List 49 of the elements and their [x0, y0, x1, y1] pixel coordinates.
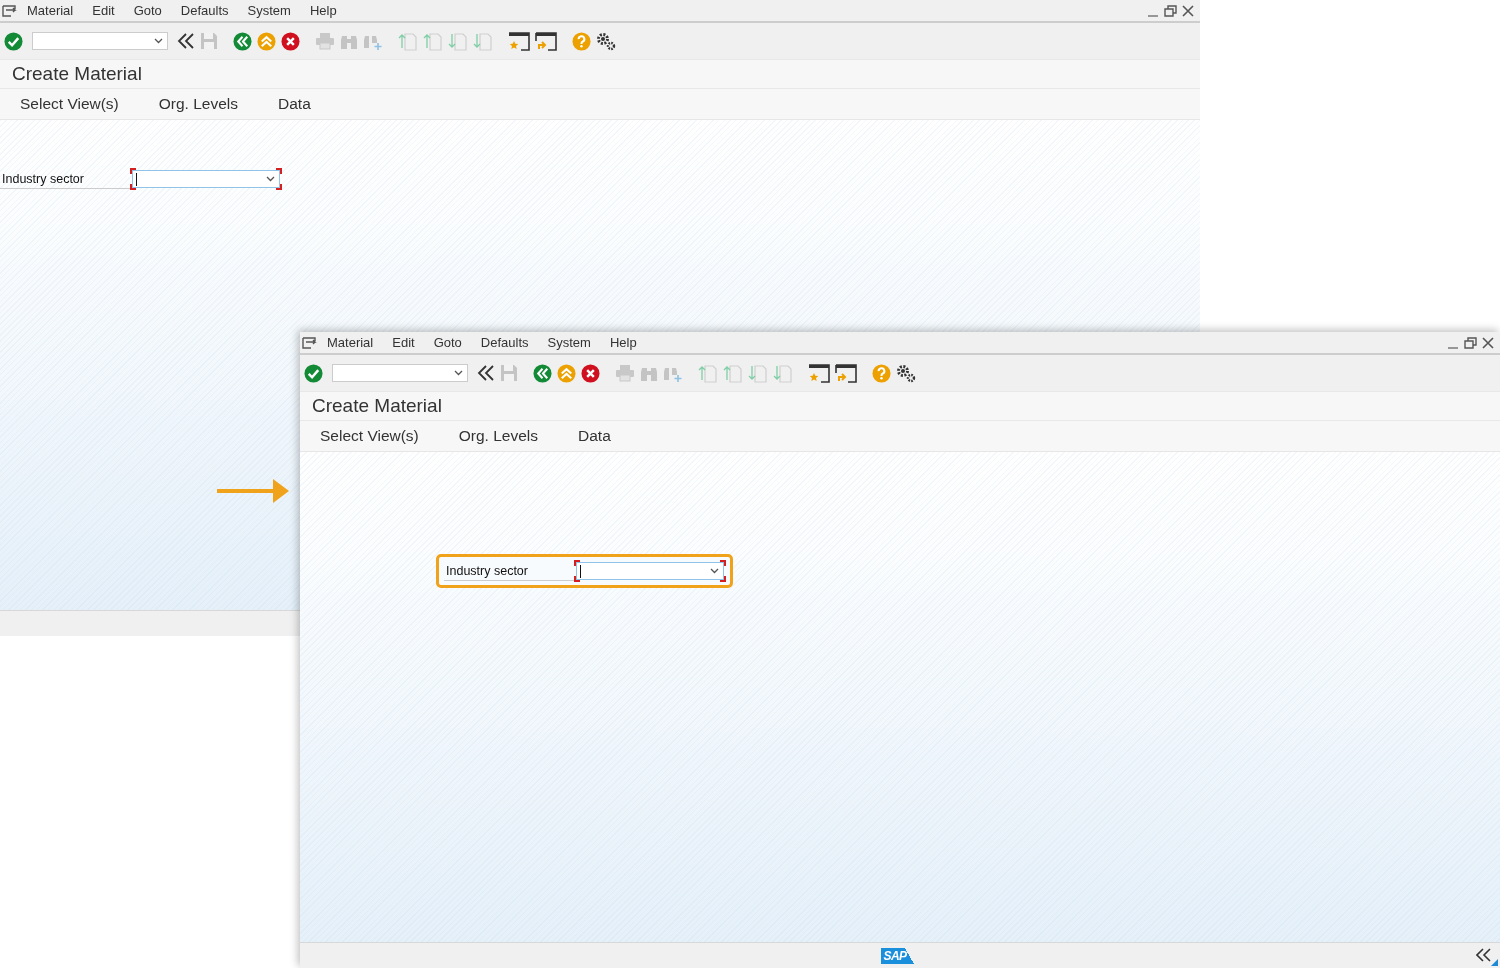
menu-item[interactable]: System	[247, 3, 291, 18]
menu-item[interactable]: Edit	[392, 335, 415, 350]
annotation-arrow	[217, 477, 289, 505]
industry-sector-dropdown[interactable]	[130, 168, 282, 190]
shortcut-window-icon[interactable]	[835, 363, 857, 383]
menu-icon[interactable]	[302, 336, 317, 349]
check-icon[interactable]	[304, 363, 323, 383]
new-window-icon[interactable]	[508, 31, 530, 51]
field-label: Industry sector	[444, 561, 574, 581]
collapse-icon[interactable]	[1476, 948, 1492, 962]
menu-item[interactable]: System	[547, 335, 591, 350]
settings-icon[interactable]	[896, 363, 916, 383]
field-label: Industry sector	[0, 169, 130, 189]
toolbar-button[interactable]: Org. Levels	[148, 91, 249, 117]
back-icon[interactable]	[533, 363, 552, 383]
menu-item[interactable]: Goto	[133, 3, 162, 18]
menu-item[interactable]: Material	[327, 335, 374, 350]
shortcut-window-icon[interactable]	[535, 31, 557, 51]
command-field[interactable]	[32, 32, 168, 50]
toolbar-button[interactable]: Select View(s)	[10, 91, 129, 117]
menu-item[interactable]: Help	[609, 335, 637, 350]
back-icon[interactable]	[233, 31, 252, 51]
menu-item[interactable]: Help	[309, 3, 337, 18]
settings-icon[interactable]	[596, 31, 616, 51]
restore-icon[interactable]	[1164, 4, 1177, 17]
double-chevron-icon[interactable]	[177, 32, 195, 50]
toolbar-button[interactable]: Select View(s)	[310, 423, 429, 449]
toolbar-button[interactable]: Data	[268, 91, 321, 117]
toolbar-button[interactable]: Data	[568, 423, 621, 449]
cancel-icon[interactable]	[581, 363, 600, 383]
menu-item[interactable]: Goto	[433, 335, 462, 350]
industry-sector-dropdown[interactable]	[574, 560, 726, 582]
new-window-icon[interactable]	[808, 363, 830, 383]
screen-title: Create Material	[12, 63, 142, 85]
restore-icon[interactable]	[1464, 336, 1477, 349]
close-icon[interactable]	[1482, 336, 1494, 349]
close-icon[interactable]	[1182, 4, 1194, 17]
menu-item[interactable]: Material	[27, 3, 74, 18]
menu-item[interactable]: Defaults	[180, 3, 229, 18]
toolbar-button[interactable]: Org. Levels	[448, 423, 549, 449]
menu-item[interactable]: Edit	[92, 3, 115, 18]
double-chevron-icon[interactable]	[477, 364, 495, 382]
screen-title: Create Material	[312, 395, 442, 417]
command-field[interactable]	[332, 364, 468, 382]
check-icon[interactable]	[4, 31, 23, 51]
resize-grip-icon[interactable]	[1491, 959, 1498, 966]
menu-icon[interactable]	[2, 4, 17, 17]
cancel-icon[interactable]	[281, 31, 300, 51]
menu-item[interactable]: Defaults	[480, 335, 529, 350]
